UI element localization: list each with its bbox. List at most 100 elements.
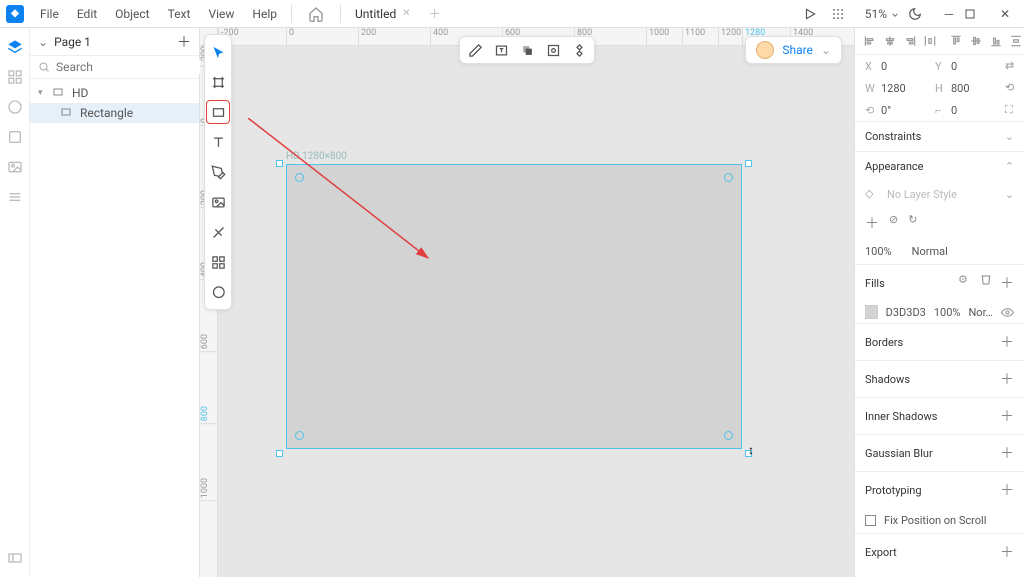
appearance-section[interactable]: Appearance ⌃ [855,152,1024,181]
add-fill-button[interactable]: ＋ [1000,273,1014,293]
y-input[interactable]: 0 [951,60,987,73]
image-rail-icon[interactable] [6,158,24,176]
image-tool[interactable] [207,191,229,213]
resize-handle[interactable] [276,450,283,457]
moon-icon[interactable] [908,7,934,21]
stack-icon[interactable] [518,41,536,59]
resize-handle[interactable] [276,160,283,167]
rotation-input[interactable]: 0° [881,104,917,117]
refresh-icon[interactable]: ↻ [908,213,917,233]
zoom-dropdown[interactable]: 51% [859,7,906,21]
w-input[interactable]: 1280 [881,82,917,95]
app-logo[interactable]: ◆ [6,5,24,23]
page-name[interactable]: Page 1 [54,35,91,49]
trash-icon[interactable] [980,273,992,293]
close-window-icon[interactable]: ✕ [992,7,1018,21]
align-center-h-icon[interactable] [883,34,897,48]
shadows-section[interactable]: Shadows＋ [855,361,1024,397]
adjust-icon[interactable]: ⚙ [958,273,972,287]
fill-row[interactable]: D3D3D3 100% Nor… [855,301,1024,323]
layer-style-label[interactable]: No Layer Style [887,188,957,201]
align-center-v-icon[interactable] [969,34,983,48]
slice-tool[interactable] [207,221,229,243]
add-export-button[interactable]: ＋ [1000,542,1014,562]
fill-blend[interactable]: Nor… [968,306,993,319]
avatar[interactable] [756,41,774,59]
fill-opacity[interactable]: 100% [934,306,961,319]
add-style-button[interactable]: ＋ [865,213,879,233]
rectangle-tool[interactable] [207,101,229,123]
layer-rectangle[interactable]: Rectangle [30,103,199,123]
pen-tool[interactable] [207,161,229,183]
type-icon[interactable] [492,41,510,59]
menu-text[interactable]: Text [160,3,199,25]
home-icon[interactable] [308,6,324,22]
fill-hex[interactable]: D3D3D3 [886,306,926,319]
constraints-section[interactable]: Constraints ⌄ [855,122,1024,151]
x-input[interactable]: 0 [881,60,917,73]
visibility-icon[interactable] [1001,306,1014,319]
expand-icon[interactable]: ▾ [38,88,46,98]
new-tab-button[interactable]: ＋ [421,5,449,22]
add-shadow-button[interactable]: ＋ [1000,369,1014,389]
opacity-value[interactable]: 100% [865,245,892,258]
add-page-button[interactable]: ＋ [177,32,191,52]
expand-radius-icon[interactable]: ⛶ [1005,103,1013,117]
menu-view[interactable]: View [200,3,242,25]
add-blur-button[interactable]: ＋ [1000,443,1014,463]
group-icon[interactable] [544,41,562,59]
maximize-icon[interactable] [964,8,990,20]
chevron-down-icon[interactable]: ⌄ [821,43,831,57]
canvas[interactable]: -200 0 200 400 600 800 1000 1100 1200 12… [200,28,854,577]
layer-artboard[interactable]: ▾ HD [30,83,199,103]
pencil-icon[interactable] [466,41,484,59]
minimize-icon[interactable]: ─ [936,7,962,21]
h-input[interactable]: 800 [951,82,987,95]
align-bottom-icon[interactable] [989,34,1003,48]
blur-section[interactable]: Gaussian Blur＋ [855,435,1024,471]
grid-icon[interactable] [831,7,857,21]
add-border-button[interactable]: ＋ [1000,332,1014,352]
add-inner-shadow-button[interactable]: ＋ [1000,406,1014,426]
menu-help[interactable]: Help [244,3,285,25]
assets-rail-icon[interactable] [6,98,24,116]
components-rail-icon[interactable] [6,68,24,86]
collapse-rail-icon[interactable] [6,549,24,567]
document-tab[interactable]: Untitled ✕ [347,7,419,21]
detach-icon[interactable]: ⊘ [889,213,898,233]
distribute-h-icon[interactable] [923,34,937,48]
share-button[interactable]: Share [782,43,813,57]
layers-rail-icon[interactable] [6,38,24,56]
play-icon[interactable] [803,7,829,21]
move-tool[interactable] [207,41,229,63]
align-right-icon[interactable] [903,34,917,48]
distribute-icon[interactable] [570,41,588,59]
inner-shadows-section[interactable]: Inner Shadows＋ [855,398,1024,434]
menu-edit[interactable]: Edit [69,3,105,25]
export-section[interactable]: Export＋ [855,534,1024,570]
flip-h-icon[interactable]: ⇄ [1005,59,1014,73]
radius-input[interactable]: 0 [951,104,987,117]
component-tool[interactable] [207,251,229,273]
chevron-down-icon[interactable]: ⌄ [1005,188,1014,201]
page-dropdown-icon[interactable]: ⌄ [38,35,48,49]
search-input[interactable] [56,60,212,74]
artboard-label[interactable]: HD 1280×800 [286,151,347,162]
text-tool[interactable] [207,131,229,153]
lock-aspect-icon[interactable]: ⟲ [1005,81,1014,95]
distribute-v-icon[interactable] [1009,34,1023,48]
add-interaction-button[interactable]: ＋ [1000,480,1014,500]
align-left-icon[interactable] [863,34,877,48]
comment-tool[interactable] [207,281,229,303]
close-tab-icon[interactable]: ✕ [402,8,410,19]
prototyping-section[interactable]: Prototyping＋ [855,472,1024,508]
styles-rail-icon[interactable] [6,128,24,146]
align-top-icon[interactable] [949,34,963,48]
menu-object[interactable]: Object [107,3,157,25]
blend-mode[interactable]: Normal [912,245,948,258]
list-rail-icon[interactable] [6,188,24,206]
fix-scroll-checkbox[interactable] [865,515,876,526]
fill-swatch[interactable] [865,305,878,319]
borders-section[interactable]: Borders＋ [855,324,1024,360]
artboard-tool[interactable] [207,71,229,93]
